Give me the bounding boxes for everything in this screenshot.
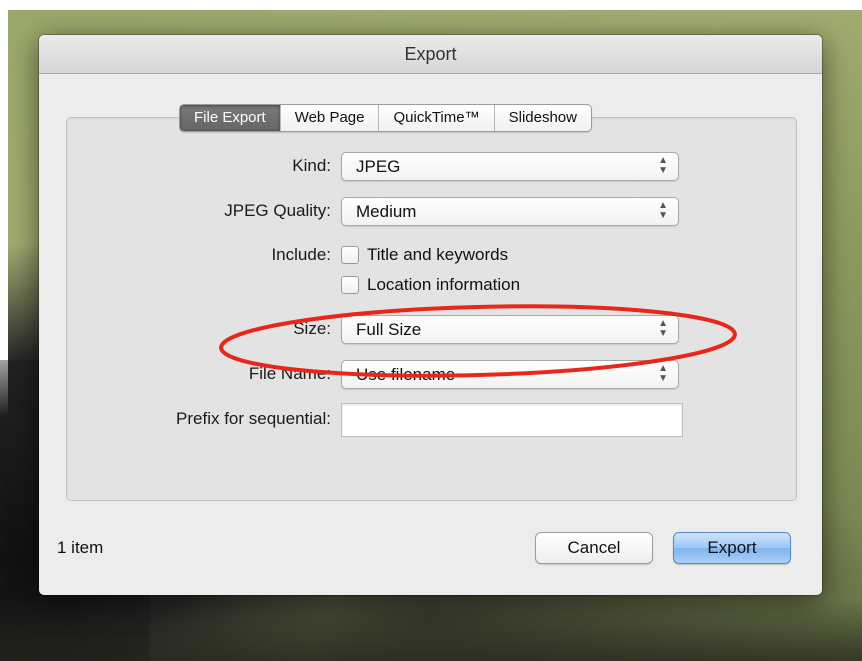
updown-chevron-icon: ▲ ▼ <box>658 200 668 221</box>
kind-value: JPEG <box>356 157 401 176</box>
item-count: 1 item <box>57 538 104 557</box>
export-dialog: Export File Export Web Page QuickTime™ S… <box>39 35 822 595</box>
file-name-value: Use filename <box>356 365 456 384</box>
jpeg-quality-popup[interactable]: Medium ▲ ▼ <box>341 197 679 226</box>
screen-border-top <box>0 0 862 10</box>
dialog-title: Export <box>404 44 457 64</box>
tab-slideshow[interactable]: Slideshow <box>493 105 591 131</box>
title-keywords-label: Title and keywords <box>367 245 509 264</box>
file-name-popup[interactable]: Use filename ▲ ▼ <box>341 360 679 389</box>
size-label: Size: <box>293 319 331 338</box>
title-keywords-option[interactable]: Title and keywords <box>341 244 508 266</box>
cancel-button[interactable]: Cancel <box>535 532 653 564</box>
tab-web-page[interactable]: Web Page <box>279 105 379 131</box>
kind-popup[interactable]: JPEG ▲ ▼ <box>341 152 679 181</box>
file-name-label: File Name: <box>248 364 331 383</box>
background-shade <box>0 600 862 661</box>
export-button[interactable]: Export <box>673 532 791 564</box>
jpeg-quality-label: JPEG Quality: <box>224 201 331 220</box>
kind-label: Kind: <box>292 156 331 175</box>
prefix-input[interactable] <box>341 403 683 437</box>
size-value: Full Size <box>356 320 422 339</box>
location-info-option[interactable]: Location information <box>341 274 520 296</box>
prefix-label: Prefix for sequential: <box>176 409 331 428</box>
jpeg-quality-value: Medium <box>356 202 417 221</box>
tab-quicktime[interactable]: QuickTime™ <box>378 105 493 131</box>
tab-bar: File Export Web Page QuickTime™ Slidesho… <box>179 104 592 132</box>
updown-chevron-icon: ▲ ▼ <box>658 155 668 176</box>
updown-chevron-icon: ▲ ▼ <box>658 363 668 384</box>
location-info-checkbox[interactable] <box>341 276 359 294</box>
dialog-titlebar[interactable]: Export <box>39 35 822 74</box>
size-popup[interactable]: Full Size ▲ ▼ <box>341 315 679 344</box>
updown-chevron-icon: ▲ ▼ <box>658 318 668 339</box>
include-label: Include: <box>271 245 331 264</box>
title-keywords-checkbox[interactable] <box>341 246 359 264</box>
tab-file-export[interactable]: File Export <box>180 105 280 131</box>
location-info-label: Location information <box>367 275 521 294</box>
